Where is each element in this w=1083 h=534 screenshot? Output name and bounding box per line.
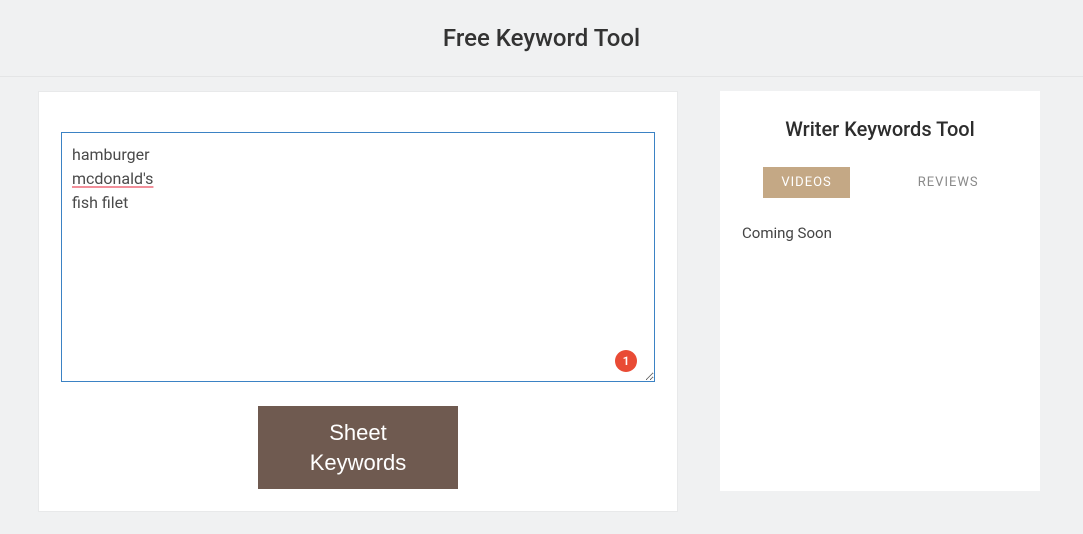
page-title: Free Keyword Tool	[0, 24, 1083, 52]
tab-videos[interactable]: VIDEOS	[763, 167, 849, 198]
error-count-badge[interactable]: 1	[615, 350, 637, 372]
sidebar-tabs: VIDEOS REVIEWS	[742, 167, 1018, 198]
sidebar-title: Writer Keywords Tool	[742, 117, 1018, 141]
sidebar-content: Coming Soon	[742, 224, 1018, 242]
page-header: Free Keyword Tool	[0, 0, 1083, 77]
writer-keywords-panel: Writer Keywords Tool VIDEOS REVIEWS Comi…	[720, 91, 1040, 491]
tab-reviews[interactable]: REVIEWS	[900, 167, 997, 198]
sheet-keywords-button[interactable]: SheetKeywords	[258, 406, 458, 489]
textarea-wrapper: hamburger mcdonald's fish filet 1	[61, 132, 655, 386]
keyword-tool-panel: hamburger mcdonald's fish filet 1 SheetK…	[38, 91, 678, 512]
keyword-textarea[interactable]	[61, 132, 655, 382]
main-container: hamburger mcdonald's fish filet 1 SheetK…	[0, 77, 1083, 512]
